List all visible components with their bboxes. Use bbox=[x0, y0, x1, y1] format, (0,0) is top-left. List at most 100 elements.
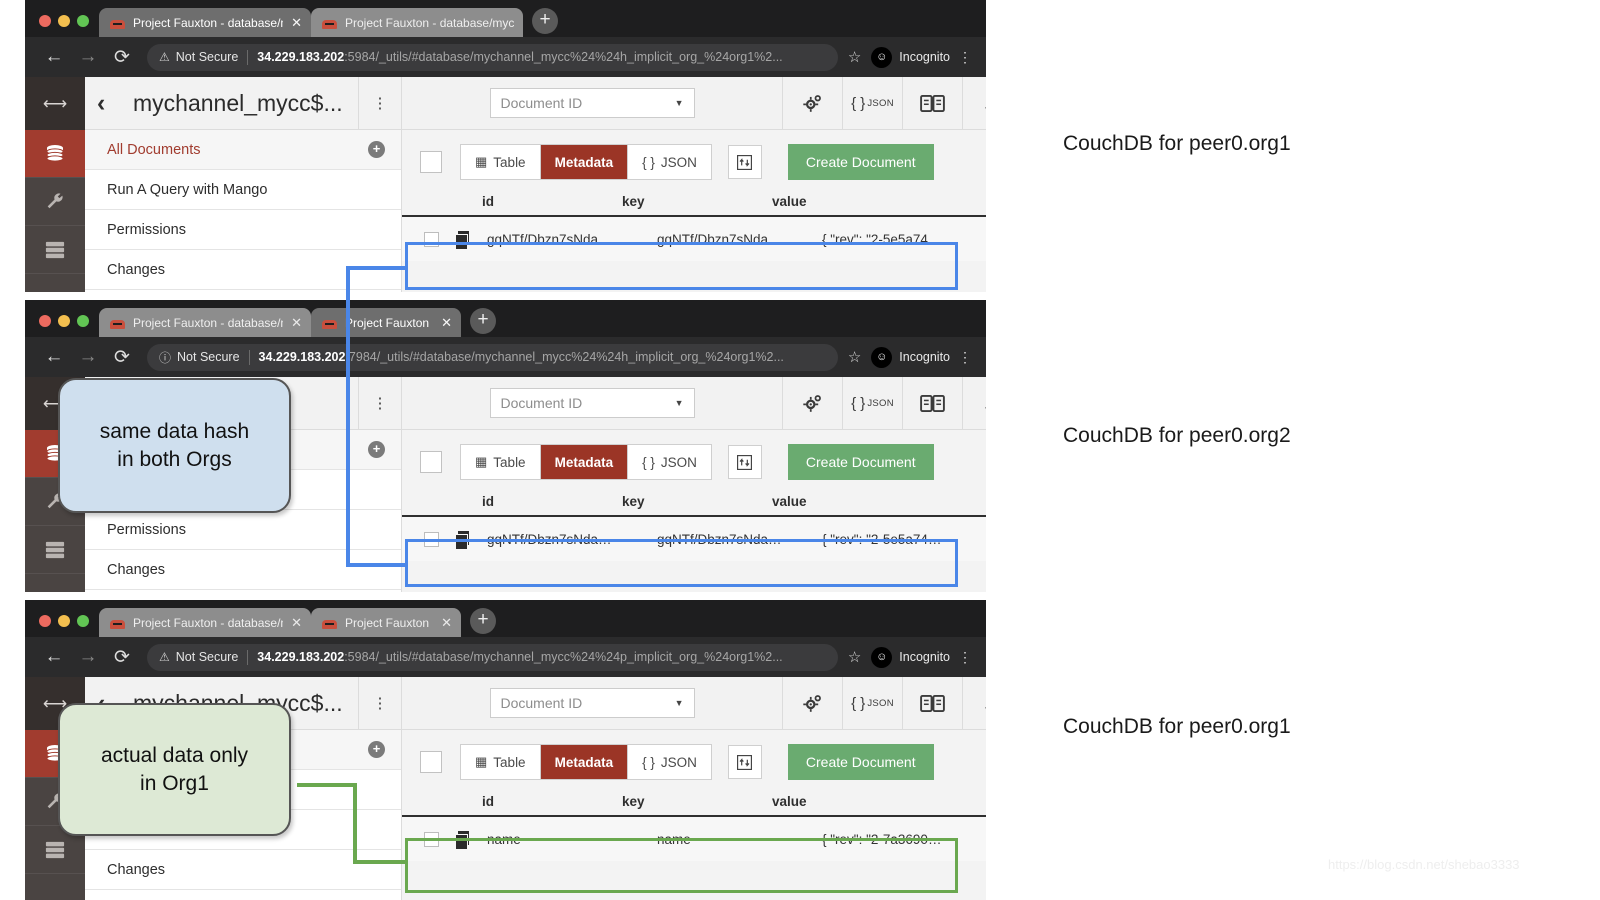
create-document-button[interactable]: Create Document bbox=[787, 744, 934, 780]
browser-menu-icon[interactable]: ⋮ bbox=[956, 649, 974, 666]
table-row[interactable]: gqNTf/Dbzn7sNda… gqNTf/Dbzn7sNda… { "rev… bbox=[402, 215, 986, 261]
view-mode-table[interactable]: ▦ Table bbox=[461, 145, 541, 179]
browser-menu-icon[interactable]: ⋮ bbox=[956, 49, 974, 66]
tab-close-icon[interactable]: ✕ bbox=[441, 316, 452, 329]
tab-close-icon[interactable]: ✕ bbox=[291, 316, 302, 329]
sidebar-item-permissions[interactable]: Permissions bbox=[85, 510, 401, 550]
maximize-window-dot[interactable] bbox=[77, 615, 89, 627]
new-tab-button[interactable]: + bbox=[470, 308, 496, 334]
sidebar-item-changes[interactable]: Changes bbox=[85, 250, 401, 290]
view-mode-json[interactable]: { } JSON bbox=[628, 145, 711, 179]
add-document-icon[interactable]: + bbox=[368, 141, 385, 158]
incognito-indicator[interactable]: ☺ Incognito bbox=[871, 346, 956, 368]
reload-icon[interactable]: ⟳ bbox=[105, 346, 139, 369]
sort-toggle-button[interactable] bbox=[727, 445, 762, 479]
minimize-window-dot[interactable] bbox=[58, 615, 70, 627]
window-controls-3[interactable] bbox=[33, 615, 99, 637]
sidebar-item-changes[interactable]: Changes bbox=[85, 850, 401, 890]
database-menu-icon[interactable]: ⋮ bbox=[358, 377, 401, 429]
browser-tab[interactable]: Project Fauxton - database/mych ✕ bbox=[99, 308, 311, 337]
browser-tab[interactable]: Project Fauxton ✕ bbox=[311, 608, 461, 637]
bookmark-star-icon[interactable]: ☆ bbox=[838, 48, 871, 66]
settings-gear-button[interactable] bbox=[782, 76, 842, 130]
address-bar[interactable]: ⓘ Not Secure 34.229.183.202 :7984/_utils… bbox=[147, 343, 838, 371]
window-controls-2[interactable] bbox=[33, 315, 99, 337]
forward-icon[interactable]: → bbox=[71, 346, 105, 368]
sidebar-item-changes[interactable]: Changes bbox=[85, 550, 401, 590]
table-row[interactable]: name name { "rev": "2-7a3690… bbox=[402, 815, 986, 861]
forward-icon[interactable]: → bbox=[71, 646, 105, 668]
forward-icon[interactable]: → bbox=[71, 46, 105, 68]
sidebar-item-permissions[interactable]: Permissions bbox=[85, 210, 401, 250]
incognito-indicator[interactable]: ☺ Incognito bbox=[871, 46, 956, 68]
rail-item-activetasks[interactable] bbox=[25, 526, 85, 574]
reload-icon[interactable]: ⟳ bbox=[105, 646, 139, 669]
notifications-button[interactable] bbox=[962, 76, 986, 130]
window-controls-1[interactable] bbox=[33, 15, 99, 37]
view-mode-table[interactable]: ▦ Table bbox=[461, 745, 541, 779]
close-window-dot[interactable] bbox=[39, 615, 51, 627]
document-id-select[interactable]: Document ID ▼ bbox=[489, 88, 695, 118]
back-icon[interactable]: ← bbox=[37, 346, 71, 368]
new-tab-button[interactable]: + bbox=[532, 8, 558, 34]
tab-close-icon[interactable]: ✕ bbox=[441, 616, 452, 629]
document-id-select[interactable]: Document ID ▼ bbox=[489, 688, 695, 718]
back-icon[interactable]: ← bbox=[37, 646, 71, 668]
back-icon[interactable]: ← bbox=[37, 46, 71, 68]
sort-toggle-button[interactable] bbox=[727, 145, 762, 179]
bookmark-star-icon[interactable]: ☆ bbox=[838, 348, 871, 366]
settings-gear-button[interactable] bbox=[782, 376, 842, 430]
add-document-icon[interactable]: + bbox=[368, 441, 385, 458]
minimize-window-dot[interactable] bbox=[58, 315, 70, 327]
json-view-button[interactable]: { } JSON bbox=[842, 376, 902, 430]
rail-item-activetasks[interactable] bbox=[25, 226, 85, 274]
row-checkbox[interactable] bbox=[424, 231, 439, 247]
create-document-button[interactable]: Create Document bbox=[787, 144, 934, 180]
back-chevron-icon[interactable]: ‹ bbox=[97, 89, 127, 118]
minimize-window-dot[interactable] bbox=[58, 15, 70, 27]
browser-tab[interactable]: Project Fauxton - database/mycl bbox=[311, 8, 523, 37]
reload-icon[interactable]: ⟳ bbox=[105, 46, 139, 69]
docs-book-button[interactable] bbox=[902, 76, 962, 130]
database-menu-icon[interactable]: ⋮ bbox=[358, 77, 401, 129]
database-menu-icon[interactable]: ⋮ bbox=[358, 677, 401, 729]
sidebar-item-mango-query[interactable]: Run A Query with Mango bbox=[85, 170, 401, 210]
row-checkbox[interactable] bbox=[424, 531, 439, 547]
select-all-checkbox[interactable] bbox=[420, 151, 442, 173]
bookmark-star-icon[interactable]: ☆ bbox=[838, 648, 871, 666]
create-document-button[interactable]: Create Document bbox=[787, 444, 934, 480]
new-tab-button[interactable]: + bbox=[470, 608, 496, 634]
browser-menu-icon[interactable]: ⋮ bbox=[956, 349, 974, 366]
close-window-dot[interactable] bbox=[39, 315, 51, 327]
tab-close-icon[interactable]: ✕ bbox=[291, 616, 302, 629]
view-mode-json[interactable]: { } JSON bbox=[628, 445, 711, 479]
browser-tab[interactable]: Project Fauxton - database/mych ✕ bbox=[99, 608, 311, 637]
address-bar[interactable]: ⚠ Not Secure 34.229.183.202 :5984/_utils… bbox=[147, 643, 838, 671]
docs-book-button[interactable] bbox=[902, 376, 962, 430]
browser-tab[interactable]: Project Fauxton - database/mych ✕ bbox=[99, 8, 311, 37]
address-bar[interactable]: ⚠ Not Secure 34.229.183.202 :5984/_utils… bbox=[147, 43, 838, 71]
view-mode-metadata[interactable]: Metadata bbox=[540, 145, 629, 179]
notifications-button[interactable] bbox=[962, 376, 986, 430]
add-document-icon[interactable]: + bbox=[368, 741, 385, 758]
maximize-window-dot[interactable] bbox=[77, 15, 89, 27]
view-mode-json[interactable]: { } JSON bbox=[628, 745, 711, 779]
rail-item-setup[interactable] bbox=[25, 178, 85, 226]
incognito-indicator[interactable]: ☺ Incognito bbox=[871, 646, 956, 668]
rail-item-databases[interactable] bbox=[25, 130, 85, 178]
view-mode-metadata[interactable]: Metadata bbox=[540, 745, 629, 779]
tab-close-icon[interactable]: ✕ bbox=[291, 16, 302, 29]
rail-expand-button[interactable]: ⟷ bbox=[25, 77, 85, 130]
table-row[interactable]: gqNTf/Dbzn7sNda… gqNTf/Dbzn7sNda… { "rev… bbox=[402, 515, 986, 561]
sidebar-item-all-documents[interactable]: All Documents + bbox=[85, 130, 401, 170]
sort-toggle-button[interactable] bbox=[727, 745, 762, 779]
json-view-button[interactable]: { } JSON bbox=[842, 76, 902, 130]
view-mode-table[interactable]: ▦ Table bbox=[461, 445, 541, 479]
document-id-select[interactable]: Document ID ▼ bbox=[489, 388, 695, 418]
close-window-dot[interactable] bbox=[39, 15, 51, 27]
row-checkbox[interactable] bbox=[424, 831, 439, 847]
notifications-button[interactable] bbox=[962, 676, 986, 730]
settings-gear-button[interactable] bbox=[782, 676, 842, 730]
select-all-checkbox[interactable] bbox=[420, 451, 442, 473]
json-view-button[interactable]: { } JSON bbox=[842, 676, 902, 730]
